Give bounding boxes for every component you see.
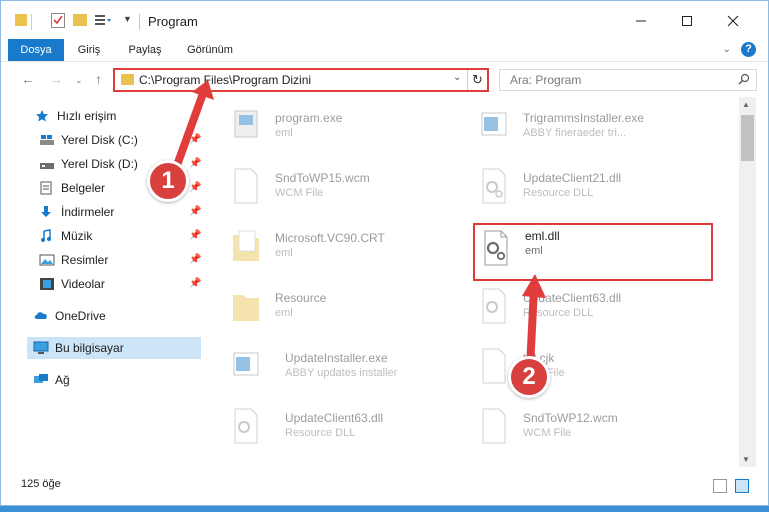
callout-step-1: 1 [147,160,189,202]
callout-step-2: 2 [508,356,550,398]
annotation-arrows [172,80,546,372]
